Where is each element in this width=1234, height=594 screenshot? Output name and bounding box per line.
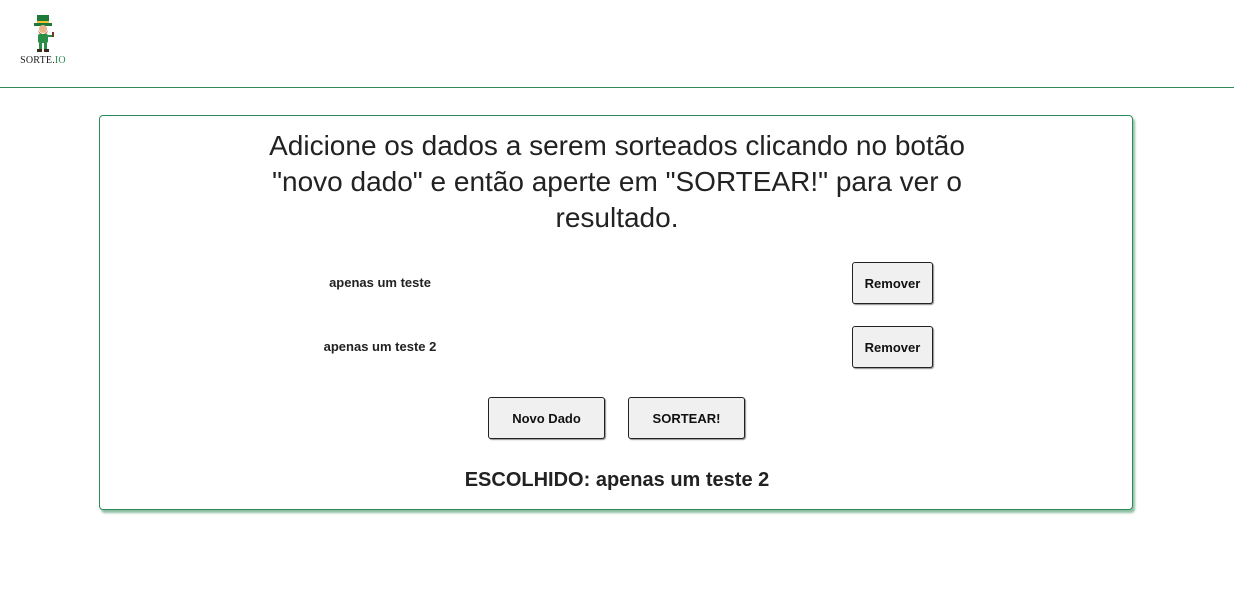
draw-card: Adicione os dados a serem sorteados clic… (99, 115, 1133, 510)
draw-button[interactable]: SORTEAR! (628, 397, 745, 439)
item-label: apenas um teste (329, 275, 431, 290)
result-prefix: ESCOLHIDO: (464, 469, 596, 491)
list-item: apenas um teste 2 Remover (100, 326, 1134, 370)
leprechaun-icon (34, 15, 54, 52)
remove-button[interactable]: Remover (852, 326, 933, 368)
result-text: ESCOLHIDO: apenas um teste 2 (100, 469, 1134, 492)
logo-text-main: SORTE. (20, 55, 55, 66)
header-bar: SORTE.IO (0, 0, 1234, 88)
list-item: apenas um teste Remover (100, 262, 1134, 306)
item-label: apenas um teste 2 (323, 339, 437, 354)
new-item-button[interactable]: Novo Dado (488, 397, 605, 439)
instructions-text: Adicione os dados a serem sorteados clic… (269, 130, 965, 233)
logo[interactable]: SORTE.IO (14, 14, 72, 66)
logo-text: SORTE.IO (14, 55, 72, 66)
logo-text-accent: IO (54, 55, 66, 66)
result-value: apenas um teste 2 (595, 469, 770, 491)
remove-button[interactable]: Remover (852, 262, 933, 304)
